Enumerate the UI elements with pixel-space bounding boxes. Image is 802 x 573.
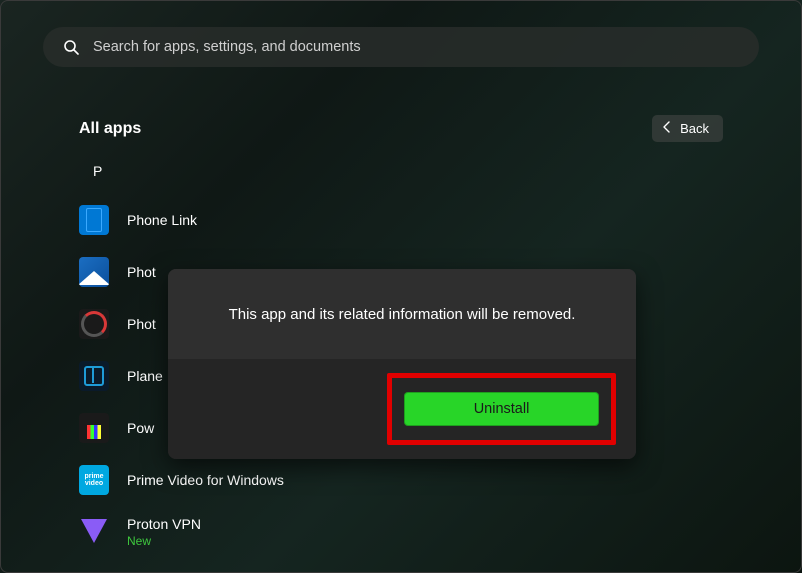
app-item-prime-video[interactable]: primevideo Prime Video for Windows: [79, 465, 723, 495]
uninstall-button[interactable]: Uninstall: [404, 392, 599, 426]
prime-video-icon: primevideo: [79, 465, 109, 495]
photos-icon: [79, 257, 109, 287]
app-text-column: Proton VPN New: [127, 516, 201, 548]
uninstall-dialog: This app and its related information wil…: [168, 269, 636, 459]
app-sublabel-new: New: [127, 534, 201, 548]
app-label: Plane: [127, 368, 163, 384]
app-label: Phot: [127, 264, 156, 280]
back-button-label: Back: [680, 121, 709, 136]
dialog-message: This app and its related information wil…: [229, 306, 576, 323]
search-placeholder: Search for apps, settings, and documents: [93, 39, 361, 55]
search-bar[interactable]: Search for apps, settings, and documents: [43, 27, 759, 67]
search-icon: [63, 39, 79, 55]
phone-link-icon: [79, 205, 109, 235]
chevron-left-icon: [662, 121, 672, 136]
page-title: All apps: [79, 120, 141, 138]
header-row: All apps Back: [79, 115, 723, 142]
dialog-message-row: This app and its related information wil…: [168, 269, 636, 359]
dialog-action-row: Uninstall: [168, 359, 636, 459]
app-item-proton-vpn[interactable]: Proton VPN New: [79, 517, 723, 547]
app-label: Pow: [127, 420, 154, 436]
back-button[interactable]: Back: [652, 115, 723, 142]
app-label: Phone Link: [127, 212, 197, 228]
app-label: Phot: [127, 316, 156, 332]
annotation-highlight: Uninstall: [387, 373, 616, 445]
section-letter[interactable]: P: [93, 163, 723, 179]
app-icon: [79, 309, 109, 339]
app-icon: [79, 361, 109, 391]
powertoys-icon: [79, 413, 109, 443]
proton-vpn-icon: [79, 517, 109, 547]
app-label: Proton VPN: [127, 516, 201, 532]
app-item-phone-link[interactable]: Phone Link: [79, 205, 723, 235]
app-label: Prime Video for Windows: [127, 472, 284, 488]
prime-icon-text: primevideo: [84, 473, 103, 487]
